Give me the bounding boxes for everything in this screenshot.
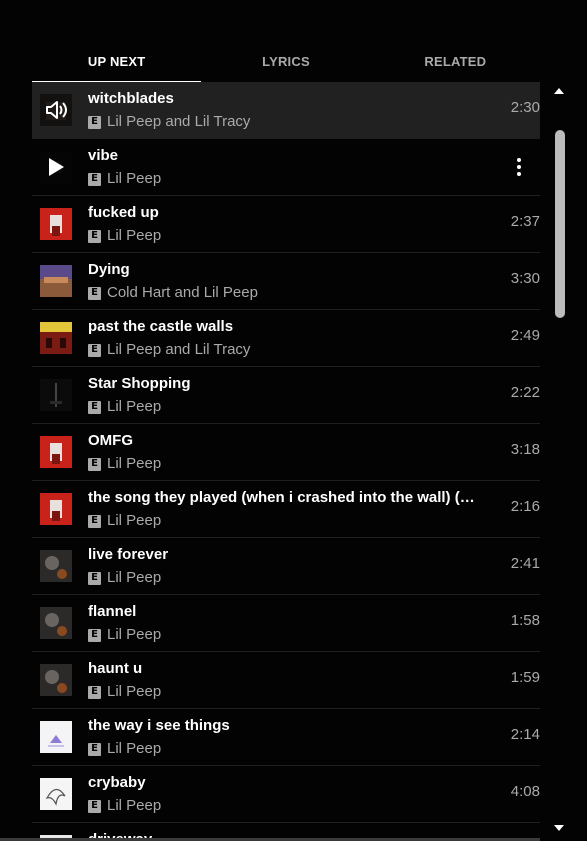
song-title: haunt u (88, 660, 143, 677)
song-duration: 2:16 (510, 498, 540, 515)
queue-item[interactable]: fucked up E Lil Peep 2:37 (32, 196, 540, 253)
queue-item[interactable]: witchblades E Lil Peep and Lil Tracy 2:30 (32, 82, 540, 139)
explicit-badge: E (88, 685, 101, 699)
song-artist: Lil Peep (107, 227, 162, 244)
album-art (40, 493, 72, 525)
album-art (40, 265, 72, 297)
song-duration: 1:58 (510, 612, 540, 629)
song-artist: Lil Peep and Lil Tracy (107, 341, 251, 358)
album-art (40, 550, 72, 582)
queue-item[interactable]: past the castle walls E Lil Peep and Lil … (32, 310, 540, 367)
song-title: the song they played (when i crashed int… (88, 489, 476, 506)
song-duration: 2:49 (510, 327, 540, 344)
tab-bar: UP NEXT LYRICS RELATED (32, 40, 540, 83)
song-duration: 2:41 (510, 555, 540, 572)
queue-item[interactable]: haunt u E Lil Peep 1:59 (32, 652, 540, 709)
song-title: vibe (88, 147, 119, 164)
song-duration: 2:22 (510, 384, 540, 401)
queue-item[interactable]: live forever E Lil Peep 2:41 (32, 538, 540, 595)
scrollbar-thumb[interactable] (555, 130, 565, 318)
song-title: witchblades (88, 90, 174, 107)
tab-related[interactable]: RELATED (371, 40, 540, 82)
song-duration: 3:30 (510, 270, 540, 287)
explicit-badge: E (88, 400, 101, 414)
album-art (40, 208, 72, 240)
song-title: the way i see things (88, 717, 230, 734)
queue-item[interactable]: vibe E Lil Peep (32, 139, 540, 196)
song-artist: Lil Peep (107, 569, 162, 586)
explicit-badge: E (88, 628, 101, 642)
play-icon[interactable] (40, 151, 72, 183)
song-artist: Lil Peep and Lil Tracy (107, 113, 251, 130)
song-artist: Lil Peep (107, 398, 162, 415)
explicit-badge: E (88, 115, 101, 129)
album-art (40, 436, 72, 468)
explicit-badge: E (88, 343, 101, 357)
queue-item[interactable]: OMFG E Lil Peep 3:18 (32, 424, 540, 481)
song-artist: Lil Peep (107, 512, 162, 529)
song-duration: 2:14 (510, 726, 540, 743)
song-title: Dying (88, 261, 130, 278)
song-artist: Lil Peep (107, 797, 162, 814)
more-vert-icon[interactable] (508, 155, 530, 179)
song-duration: 2:30 (510, 99, 540, 116)
explicit-badge: E (88, 286, 101, 300)
explicit-badge: E (88, 514, 101, 528)
album-art (40, 664, 72, 696)
song-duration: 3:18 (510, 441, 540, 458)
song-title: past the castle walls (88, 318, 234, 335)
song-title: crybaby (88, 774, 146, 791)
tab-up-next[interactable]: UP NEXT (32, 40, 202, 83)
song-artist: Lil Peep (107, 455, 162, 472)
queue-item[interactable]: Star Shopping E Lil Peep 2:22 (32, 367, 540, 424)
song-title: OMFG (88, 432, 133, 449)
queue-item[interactable]: flannel E Lil Peep 1:58 (32, 595, 540, 652)
explicit-badge: E (88, 742, 101, 756)
scroll-up-arrow-icon[interactable] (552, 86, 566, 96)
song-title: Star Shopping (88, 375, 191, 392)
album-art (40, 607, 72, 639)
album-art (40, 721, 72, 753)
speaker-icon (40, 94, 72, 126)
explicit-badge: E (88, 799, 101, 813)
explicit-badge: E (88, 172, 101, 186)
tab-lyrics[interactable]: LYRICS (201, 40, 370, 82)
song-artist: Lil Peep (107, 740, 162, 757)
album-art (40, 778, 72, 810)
explicit-badge: E (88, 457, 101, 471)
queue-item[interactable]: the song they played (when i crashed int… (32, 481, 540, 538)
explicit-badge: E (88, 571, 101, 585)
queue-item[interactable]: Dying E Cold Hart and Lil Peep 3:30 (32, 253, 540, 310)
album-art (40, 151, 72, 183)
album-art (40, 94, 72, 126)
song-duration: 1:59 (510, 669, 540, 686)
scroll-down-arrow-icon[interactable] (552, 823, 566, 833)
song-artist: Cold Hart and Lil Peep (107, 284, 258, 301)
song-artist: Lil Peep (107, 683, 162, 700)
song-title: flannel (88, 603, 137, 620)
song-title: fucked up (88, 204, 159, 221)
song-title: live forever (88, 546, 169, 563)
queue-item[interactable]: crybaby E Lil Peep 4:08 (32, 766, 540, 823)
song-artist: Lil Peep (107, 170, 162, 187)
queue-item[interactable]: the way i see things E Lil Peep 2:14 (32, 709, 540, 766)
queue-list: witchblades E Lil Peep and Lil Tracy 2:30… (32, 82, 540, 841)
song-duration: 2:37 (510, 213, 540, 230)
explicit-badge: E (88, 229, 101, 243)
album-art (40, 379, 72, 411)
album-art (40, 322, 72, 354)
song-artist: Lil Peep (107, 626, 162, 643)
song-duration: 4:08 (510, 783, 540, 800)
